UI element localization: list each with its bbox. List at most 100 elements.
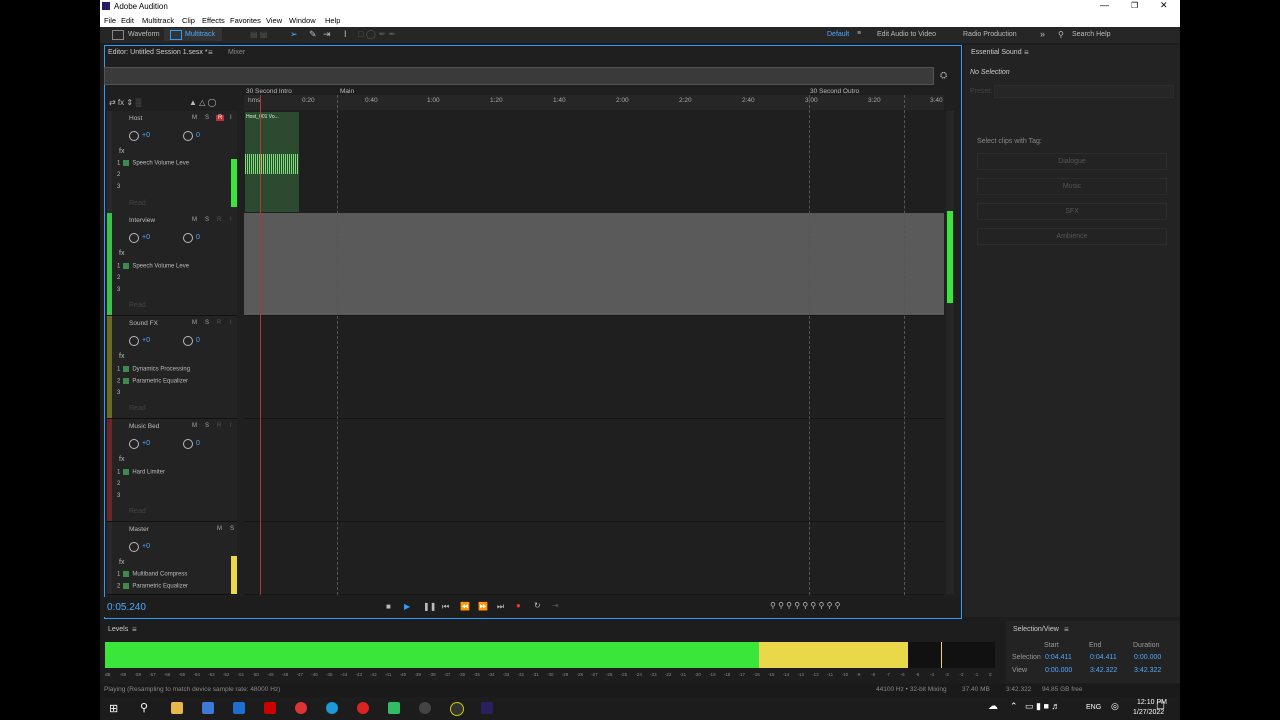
overview-scroll-bar[interactable]: [104, 67, 934, 85]
record-arm-button[interactable]: R: [217, 217, 221, 223]
windows-start-icon[interactable]: ⊞: [109, 702, 118, 715]
previous-icon[interactable]: ⏮: [442, 602, 449, 612]
razor-tool-icon[interactable]: ✎: [309, 29, 317, 40]
pan-knob[interactable]: [183, 233, 193, 243]
levels-title[interactable]: Levels: [108, 626, 128, 633]
waveform-button[interactable]: Waveform: [128, 31, 160, 38]
input-monitor-button[interactable]: I: [230, 115, 232, 121]
move-tool-icon[interactable]: ➢: [290, 29, 298, 40]
tag-ambience-button[interactable]: Ambience: [977, 228, 1167, 245]
record-arm-button[interactable]: R: [217, 320, 221, 326]
pan-value[interactable]: 0: [196, 337, 200, 344]
marquee-tool-icon[interactable]: □ ◯ ✒ ✒: [358, 29, 396, 40]
more-workspaces-icon[interactable]: »: [1040, 29, 1045, 39]
track-lane-interview[interactable]: [244, 213, 944, 316]
fx-slot-1[interactable]: 1 Speech Volume Leve: [117, 263, 189, 270]
fx-slot-3[interactable]: 3: [117, 493, 120, 499]
automation-mode[interactable]: Read: [129, 200, 146, 207]
loop-icon[interactable]: ↻: [534, 601, 541, 610]
editor-tab[interactable]: Editor: Untitled Session 1.sesx *: [108, 49, 208, 56]
track-lane-music-bed[interactable]: [244, 419, 944, 522]
menu-clip[interactable]: Clip: [182, 16, 195, 25]
automation-mode[interactable]: Read: [129, 302, 146, 309]
solo-button[interactable]: S: [205, 217, 209, 223]
fx-slot-3[interactable]: 3: [117, 287, 120, 293]
selection-end[interactable]: 0:04.411: [1090, 654, 1117, 661]
multitrack-button[interactable]: Multitrack: [185, 31, 215, 38]
rewind-icon[interactable]: ⏪: [460, 602, 470, 611]
volume-value[interactable]: +0: [142, 234, 150, 241]
fx-power-icon[interactable]: [123, 378, 130, 384]
volume-value[interactable]: +0: [142, 543, 150, 550]
volume-knob[interactable]: [129, 336, 139, 346]
record-arm-button[interactable]: R: [216, 115, 225, 121]
pan-knob[interactable]: [183, 439, 193, 449]
vivaldi-icon[interactable]: [357, 702, 369, 714]
opera-icon[interactable]: [295, 702, 307, 714]
fx-slot-2[interactable]: 2 Parametric Equalizer: [117, 583, 188, 590]
fx-slot-1[interactable]: 1 Speech Volume Leve: [117, 160, 189, 167]
zoom-tools-icons[interactable]: ⚲ ⚲ ⚲ ⚲ ⚲ ⚲ ⚲ ⚲ ⚲: [770, 601, 841, 610]
skip-selection-icon[interactable]: ⇥: [552, 601, 559, 610]
essential-sound-title[interactable]: Essential Sound: [971, 49, 1022, 56]
maximize-icon[interactable]: ❐: [1131, 1, 1138, 10]
fx-power-icon[interactable]: [123, 160, 130, 166]
mute-button[interactable]: M: [192, 217, 197, 223]
workspace-default[interactable]: Default: [827, 31, 849, 38]
input-monitor-button[interactable]: I: [230, 423, 232, 429]
volume-value[interactable]: +0: [142, 440, 150, 447]
track-header-master[interactable]: Master M S +0 fx 1 Multiband Compress 2 Pa…: [107, 522, 237, 595]
fx-slot-1[interactable]: 1 Dynamics Processing: [117, 366, 190, 373]
automation-mode[interactable]: Read: [129, 508, 146, 515]
next-icon[interactable]: ⏭: [497, 602, 504, 612]
solo-button[interactable]: S: [205, 423, 209, 429]
track-filter-icons[interactable]: ▲ △ ◯: [189, 98, 216, 107]
volume-knob[interactable]: [129, 439, 139, 449]
track-header-music-bed[interactable]: Music Bed M S R I +0 0 fx 1 Hard Limiter …: [107, 419, 237, 522]
onedrive-icon[interactable]: ☁: [988, 701, 998, 712]
selection-duration[interactable]: 0:00.000: [1134, 654, 1161, 661]
fx-slot-3[interactable]: 3: [117, 184, 120, 190]
menu-file[interactable]: File: [104, 16, 116, 25]
pan-knob[interactable]: [183, 131, 193, 141]
menu-window[interactable]: Window: [289, 16, 316, 25]
fx-label[interactable]: fx: [119, 250, 124, 257]
minimize-icon[interactable]: —: [1100, 0, 1109, 10]
pan-value[interactable]: 0: [196, 234, 200, 241]
time-selection-tool-icon[interactable]: I: [344, 29, 347, 39]
mail-icon[interactable]: [233, 702, 245, 714]
volume-knob[interactable]: [129, 131, 139, 141]
marker-intro[interactable]: 30 Second Intro: [246, 88, 292, 95]
app2-icon[interactable]: [450, 702, 464, 716]
track-name[interactable]: Interview: [129, 217, 155, 224]
audition-taskbar-icon[interactable]: [481, 702, 493, 714]
search-help-input[interactable]: Search Help: [1072, 31, 1111, 38]
editor-tab-menu-icon[interactable]: ≡: [208, 48, 213, 57]
current-time[interactable]: 0:05.240: [107, 602, 146, 613]
solo-button[interactable]: S: [205, 320, 209, 326]
app-icon[interactable]: [388, 702, 400, 714]
track-tools-icons[interactable]: ⇄ fx ⇕ ░: [109, 98, 141, 107]
fx-label[interactable]: fx: [119, 148, 124, 155]
solo-button[interactable]: S: [230, 526, 234, 532]
mute-button[interactable]: M: [217, 526, 222, 532]
store-icon[interactable]: [202, 702, 214, 714]
track-name[interactable]: Host: [129, 115, 142, 122]
pause-icon[interactable]: ❚❚: [423, 602, 436, 611]
fx-slot-2[interactable]: 2: [117, 275, 120, 281]
tag-sfx-button[interactable]: SFX: [977, 203, 1167, 220]
marker-main[interactable]: Main: [340, 88, 354, 95]
workspace-menu-icon[interactable]: ≡: [857, 30, 861, 37]
time-ruler[interactable]: hms 0:20 0:40 1:00 1:20 1:40 2:00 2:20 2…: [244, 95, 944, 110]
view-end[interactable]: 3:42.322: [1090, 667, 1117, 674]
fx-label[interactable]: fx: [119, 456, 124, 463]
track-name[interactable]: Sound FX: [129, 320, 158, 327]
fx-power-icon[interactable]: [123, 469, 130, 475]
fx-label[interactable]: fx: [119, 559, 124, 566]
preset-dropdown[interactable]: [994, 85, 1174, 98]
fx-slot-3[interactable]: 3: [117, 390, 120, 396]
menu-help[interactable]: Help: [325, 16, 340, 25]
fx-slot-2[interactable]: 2: [117, 172, 120, 178]
pan-knob[interactable]: [183, 336, 193, 346]
volume-knob[interactable]: [129, 233, 139, 243]
